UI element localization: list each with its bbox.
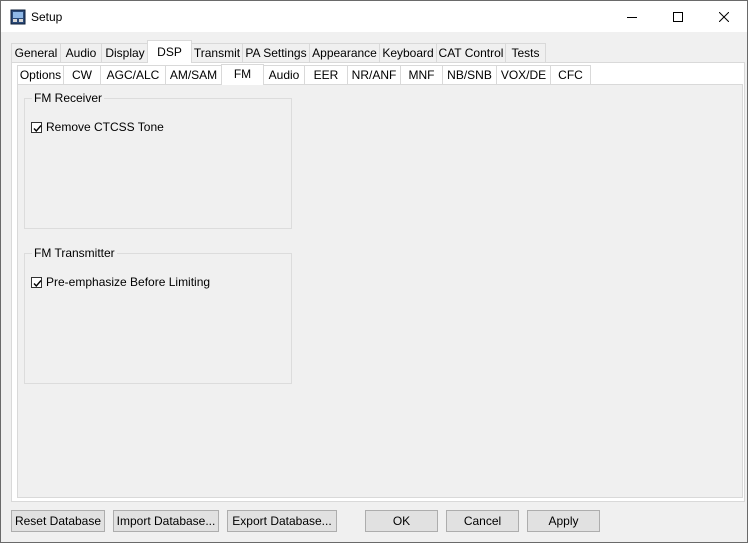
cancel-button[interactable]: Cancel: [446, 510, 519, 532]
tab-tests[interactable]: Tests: [505, 43, 546, 62]
setup-window: Setup General Audio Display DSP Transmit…: [0, 0, 748, 543]
tab-cat-control[interactable]: CAT Control: [436, 43, 506, 62]
close-icon: [719, 11, 729, 22]
subtab-eer[interactable]: EER: [304, 65, 348, 84]
remove-ctcss-option[interactable]: Remove CTCSS Tone: [31, 120, 164, 134]
fm-receiver-title: FM Receiver: [32, 91, 105, 105]
fm-tab-page: FM Receiver Remove CTCSS Tone FM Transmi…: [17, 84, 743, 498]
preemphasize-label: Pre-emphasize Before Limiting: [46, 275, 211, 289]
subtab-options[interactable]: Options: [17, 65, 64, 84]
subtab-vox-de[interactable]: VOX/DE: [496, 65, 551, 84]
export-database-button[interactable]: Export Database...: [227, 510, 337, 532]
main-tab-strip: General Audio Display DSP Transmit PA Se…: [1, 40, 747, 63]
tab-display[interactable]: Display: [101, 43, 149, 62]
subtab-cw[interactable]: CW: [63, 65, 101, 84]
minimize-icon: [627, 16, 637, 18]
remove-ctcss-checkbox[interactable]: [31, 121, 42, 133]
tab-appearance[interactable]: Appearance: [309, 43, 380, 62]
setup-app-icon: [10, 9, 26, 25]
tab-keyboard[interactable]: Keyboard: [379, 43, 437, 62]
remove-ctcss-label: Remove CTCSS Tone: [46, 120, 164, 134]
fm-transmitter-group: FM Transmitter Pre-emphasize Before Limi…: [24, 246, 292, 384]
fm-transmitter-title: FM Transmitter: [32, 246, 117, 260]
reset-database-button[interactable]: Reset Database: [11, 510, 105, 532]
tab-audio[interactable]: Audio: [60, 43, 102, 62]
checkmark-icon: [33, 124, 42, 132]
tab-pa-settings[interactable]: PA Settings: [242, 43, 310, 62]
checkmark-icon: [33, 279, 42, 287]
subtab-audio[interactable]: Audio: [263, 65, 305, 84]
title-bar[interactable]: Setup: [1, 1, 747, 32]
maximize-button[interactable]: [655, 1, 701, 32]
maximize-icon: [673, 11, 683, 22]
subtab-mnf[interactable]: MNF: [400, 65, 443, 84]
preemphasize-checkbox[interactable]: [31, 276, 42, 288]
tab-transmit[interactable]: Transmit: [191, 43, 243, 62]
fm-receiver-group: FM Receiver Remove CTCSS Tone: [24, 91, 292, 229]
apply-button[interactable]: Apply: [527, 510, 600, 532]
subtab-nr-anf[interactable]: NR/ANF: [347, 65, 401, 84]
subtab-nb-snb[interactable]: NB/SNB: [442, 65, 497, 84]
preemphasize-option[interactable]: Pre-emphasize Before Limiting: [31, 275, 210, 289]
close-button[interactable]: [701, 1, 747, 32]
tab-general[interactable]: General: [11, 43, 61, 62]
subtab-am-sam[interactable]: AM/SAM: [165, 65, 222, 84]
subtab-fm[interactable]: FM: [221, 64, 264, 85]
subtab-agc-alc[interactable]: AGC/ALC: [100, 65, 166, 84]
ok-button[interactable]: OK: [365, 510, 438, 532]
subtab-cfc[interactable]: CFC: [550, 65, 591, 84]
tab-dsp[interactable]: DSP: [147, 40, 192, 63]
minimize-button[interactable]: [609, 1, 655, 32]
window-title: Setup: [31, 10, 63, 24]
import-database-button[interactable]: Import Database...: [113, 510, 219, 532]
